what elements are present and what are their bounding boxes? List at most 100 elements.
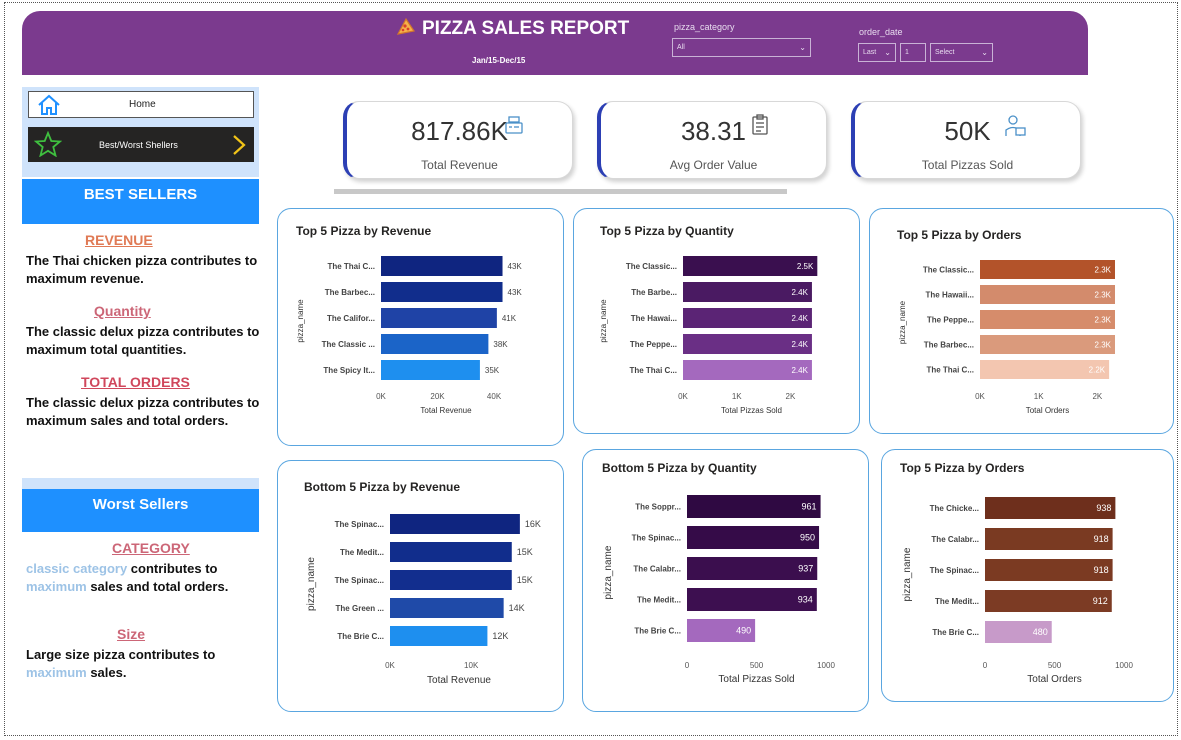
chart-svg: The Thai C... 43K The Barbec... 43K The Cali…: [296, 256, 523, 415]
bar: [390, 570, 512, 590]
date-unit-select[interactable]: Select ⌄: [930, 43, 993, 62]
category-label: The Chicke...: [930, 504, 979, 513]
y-axis-label: pizza_name: [296, 299, 305, 343]
data-label: 938: [1096, 503, 1111, 513]
home-button[interactable]: Home: [28, 91, 254, 118]
horizontal-scrollbar[interactable]: [334, 189, 787, 194]
category-label: The Medit...: [340, 548, 384, 557]
orders-heading: TOTAL ORDERS: [81, 374, 190, 390]
data-label: 918: [1094, 565, 1109, 575]
y-axis-label: pizza_name: [603, 545, 614, 599]
best-worst-label: Best/Worst Shellers: [99, 139, 178, 150]
maximum-highlight: maximum: [26, 665, 87, 680]
data-label: 43K: [508, 288, 523, 297]
data-label: 12K: [492, 631, 508, 641]
category-label: The Peppe...: [630, 340, 677, 349]
category-label: The Spinac...: [632, 534, 681, 543]
chart-card-bottom-quantity: Bottom 5 Pizza by Quantity The Soppr... 9…: [582, 449, 869, 712]
category-label: The Thai C...: [327, 262, 375, 271]
category-label: The Barbec...: [924, 341, 974, 350]
home-label: Home: [129, 99, 156, 110]
bar: [381, 360, 480, 380]
report-subtitle: Jan/15-Dec/15: [472, 56, 526, 65]
bar: [381, 308, 497, 328]
tick-label: 0K: [385, 661, 395, 670]
y-axis-label: pizza_name: [898, 300, 907, 344]
tick-label: 2K: [1092, 392, 1102, 401]
data-label: 2.4K: [791, 314, 808, 323]
category-label: The Barbe...: [631, 288, 677, 297]
data-label: 2.3K: [1095, 341, 1112, 350]
worst-sellers-heading: Worst Sellers: [22, 478, 259, 532]
category-label: The Calabr...: [931, 535, 979, 544]
category-label: The Classic...: [923, 266, 974, 275]
data-label: 950: [800, 533, 815, 543]
best-worst-button[interactable]: Best/Worst Shellers: [28, 127, 254, 162]
data-label: 2.3K: [1095, 266, 1112, 275]
tick-label: 0: [983, 661, 988, 670]
chevron-down-icon: ⌄: [884, 48, 891, 57]
x-axis-label: Total Orders: [1026, 406, 1070, 415]
kpi-card-revenue: 817.86K Total Revenue: [343, 101, 573, 179]
category-label: The Brie C...: [337, 632, 384, 641]
chart-svg: The Soppr... 961 The Spinac... 950 The Calab…: [603, 495, 835, 685]
bar: [381, 282, 503, 302]
home-icon: [37, 94, 61, 121]
x-axis-label: Total Revenue: [420, 406, 472, 415]
tick-label: 20K: [430, 392, 445, 401]
maximum-highlight: maximum: [26, 579, 87, 594]
category-text-2: sales and total orders.: [86, 579, 229, 594]
y-axis-label: pizza_name: [902, 547, 913, 601]
data-label: 2.4K: [791, 288, 808, 297]
chart-card-top-orders: Top 5 Pizza by Orders The Classic... 2.3K…: [869, 208, 1174, 434]
tick-label: 40K: [487, 392, 502, 401]
category-label: The Hawai...: [631, 314, 677, 323]
star-icon: [33, 130, 63, 162]
category-label: The Medit...: [637, 596, 681, 605]
category-label: The Thai C...: [926, 366, 974, 375]
kpi-card-pizzas-sold: 50K Total Pizzas Sold: [851, 101, 1081, 179]
chart-card-top-revenue: Top 5 Pizza by Revenue The Thai C... 43K T…: [277, 208, 564, 446]
category-label: The Califor...: [327, 314, 375, 323]
revenue-heading: REVENUE: [85, 232, 153, 248]
bar: [381, 256, 503, 276]
data-label: 490: [736, 626, 751, 636]
size-text-2: sales.: [86, 665, 127, 680]
data-label: 41K: [502, 314, 517, 323]
category-label: The Thai C...: [629, 366, 677, 375]
tick-label: 10K: [464, 661, 479, 670]
category-label: The Medit...: [935, 597, 979, 606]
date-count-input[interactable]: 1: [900, 43, 926, 62]
data-label: 918: [1094, 534, 1109, 544]
kpi-label: Avg Order Value: [669, 158, 758, 172]
data-label: 480: [1033, 627, 1048, 637]
category-label: The Classic ...: [322, 340, 375, 349]
tick-label: 0K: [975, 392, 985, 401]
revenue-insight: The Thai chicken pizza contributes to ma…: [26, 253, 258, 286]
category-label: The Spinac...: [335, 576, 384, 585]
category-heading: CATEGORY: [112, 540, 190, 556]
data-label: 961: [802, 502, 817, 512]
category-filter-select[interactable]: All ⌄: [672, 38, 811, 57]
category-filter-label: pizza_category: [674, 22, 735, 32]
orders-insight: The classic delux pizza contributes to m…: [26, 395, 260, 428]
bar: [381, 334, 489, 354]
category-label: The Classic...: [626, 262, 677, 271]
date-mode-select[interactable]: Last ⌄: [858, 43, 896, 62]
data-label: 2.2K: [1089, 366, 1106, 375]
chevron-down-icon: ⌄: [981, 48, 988, 57]
clipboard-icon: [749, 114, 771, 136]
bar: [390, 542, 512, 562]
date-count-value: 1: [905, 49, 909, 56]
kpi-card-avg-order: 38.31 Avg Order Value: [597, 101, 827, 179]
chart-card-top-quantity: Top 5 Pizza by Quantity The Classic... 2.…: [573, 208, 860, 434]
cash-register-icon: [503, 114, 525, 136]
data-label: 38K: [493, 340, 508, 349]
chart-svg: The Chicke... 938 The Calabr... 918 The Spin…: [902, 497, 1133, 685]
quantity-insight: The classic delux pizza contributes to m…: [26, 324, 260, 357]
tick-label: 1K: [732, 392, 742, 401]
data-label: 35K: [485, 366, 500, 375]
date-unit-value: Select: [935, 49, 955, 56]
chevron-down-icon: ⌄: [799, 43, 806, 52]
data-label: 15K: [517, 575, 533, 585]
